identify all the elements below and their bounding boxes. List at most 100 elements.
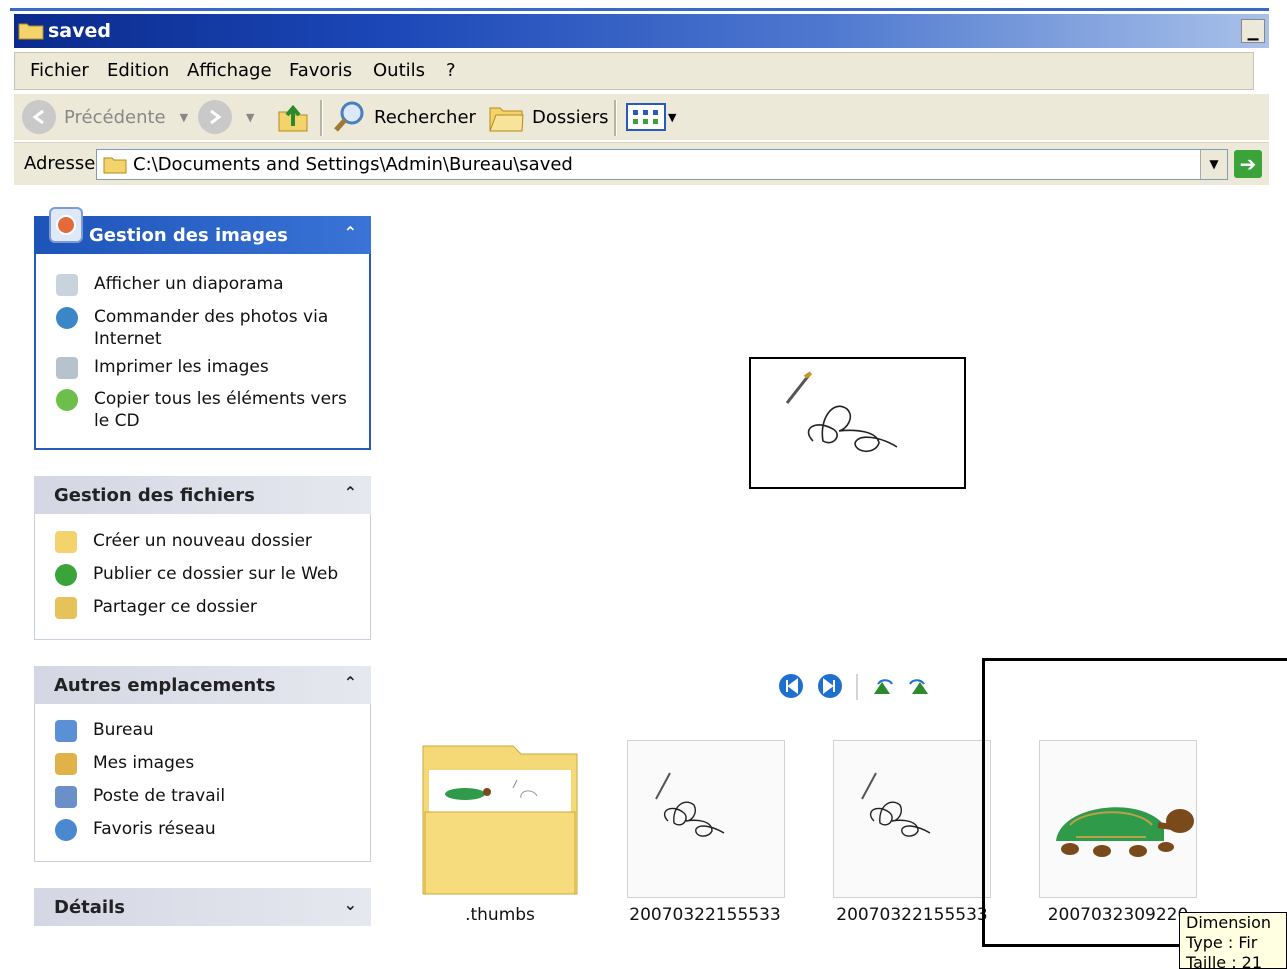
scribble-thumbnail bbox=[655, 772, 725, 837]
views-icon bbox=[626, 103, 666, 131]
task-share-folder-label: Partager ce dossier bbox=[93, 597, 257, 617]
collapse-icon[interactable]: ⌃ bbox=[344, 223, 357, 242]
back-dropdown-icon[interactable]: ▼ bbox=[180, 111, 188, 124]
folders-icon bbox=[489, 107, 524, 132]
place-my-computer-label: Poste de travail bbox=[93, 786, 226, 806]
minimize-button[interactable]: ▁ bbox=[1241, 19, 1265, 43]
back-label: Précédente bbox=[64, 106, 166, 128]
menu-fichier[interactable]: Fichier bbox=[30, 60, 89, 81]
panel-file-tasks: Gestion des fichiers ⌃ Créer un nouveau … bbox=[34, 476, 371, 640]
search-label: Rechercher bbox=[374, 106, 476, 128]
highlight-box bbox=[982, 658, 1287, 947]
publish-web-icon bbox=[55, 564, 77, 586]
file-label-1: 20070322155533 bbox=[629, 905, 781, 925]
panel-file-tasks-body: Créer un nouveau dossier Publier ce doss… bbox=[34, 514, 371, 640]
expand-icon[interactable]: ⌄ bbox=[344, 895, 357, 914]
panel-details: Détails ⌄ bbox=[34, 888, 371, 926]
folder-thumbnail-icon bbox=[422, 745, 578, 895]
task-publish-web-label: Publier ce dossier sur le Web bbox=[93, 564, 339, 584]
scribble-image bbox=[785, 371, 898, 453]
rotate-counterclockwise-icon[interactable] bbox=[909, 679, 928, 694]
file-info-tooltip: Dimension Type : Fir Taille : 21 bbox=[1179, 912, 1287, 969]
folders-label: Dossiers bbox=[532, 106, 609, 128]
tooltip-line: Type : Fir bbox=[1186, 933, 1258, 952]
address-path: C:\Documents and Settings\Admin\Bureau\s… bbox=[133, 154, 573, 175]
panel-image-tasks-header[interactable]: Gestion des images ⌃ bbox=[34, 207, 371, 254]
address-input[interactable]: C:\Documents and Settings\Admin\Bureau\s… bbox=[96, 149, 1228, 180]
menu-favoris[interactable]: Favoris bbox=[289, 60, 352, 81]
image-preview bbox=[749, 357, 966, 489]
menu-outils[interactable]: Outils bbox=[373, 60, 425, 81]
panel-file-tasks-header[interactable]: Gestion des fichiers ⌃ bbox=[34, 476, 371, 514]
order-photos-icon bbox=[56, 307, 78, 329]
collapse-icon[interactable]: ⌃ bbox=[344, 483, 357, 502]
rotate-clockwise-icon[interactable] bbox=[874, 679, 893, 694]
filmstrip-controls bbox=[778, 672, 948, 707]
folders-button[interactable]: Dossiers bbox=[488, 94, 608, 140]
toolbar: Précédente ▼ ▼ Rechercher Dossiers ▼ bbox=[14, 94, 1269, 140]
network-icon bbox=[55, 819, 77, 841]
up-folder-button[interactable] bbox=[276, 94, 310, 140]
new-folder-icon bbox=[55, 531, 77, 553]
menu-bar: Fichier Edition Affichage Favoris Outils… bbox=[14, 52, 1254, 90]
up-folder-icon bbox=[278, 104, 308, 132]
views-button[interactable]: ▼ bbox=[626, 94, 676, 140]
forward-arrow-icon bbox=[198, 100, 232, 134]
tooltip-line: Taille : 21 bbox=[1186, 953, 1263, 969]
place-desktop-label: Bureau bbox=[93, 720, 154, 740]
address-bar: Adresse C:\Documents and Settings\Admin\… bbox=[14, 142, 1269, 185]
task-copy-cd-label: Copier tous les éléments vers le CD bbox=[94, 389, 347, 431]
collapse-icon[interactable]: ⌃ bbox=[344, 673, 357, 692]
file-image-2[interactable] bbox=[833, 740, 991, 898]
task-order-prints-label: Commander des photos via Internet bbox=[94, 307, 329, 349]
menu-help[interactable]: ? bbox=[446, 60, 456, 81]
task-slideshow-label: Afficher un diaporama bbox=[94, 274, 284, 294]
panel-file-tasks-title: Gestion des fichiers bbox=[54, 485, 255, 506]
menu-affichage[interactable]: Affichage bbox=[187, 60, 272, 81]
my-computer-icon bbox=[55, 786, 77, 808]
previous-image-icon[interactable] bbox=[779, 674, 803, 698]
panel-details-title: Détails bbox=[54, 897, 125, 918]
back-arrow-icon bbox=[22, 100, 56, 134]
picture-tasks-icon bbox=[49, 207, 83, 243]
panel-other-places-header[interactable]: Autres emplacements ⌃ bbox=[34, 666, 371, 704]
print-icon bbox=[56, 357, 78, 379]
task-print-label: Imprimer les images bbox=[94, 357, 269, 377]
search-button[interactable]: Rechercher bbox=[332, 94, 476, 140]
file-label-thumbs: .thumbs bbox=[465, 905, 535, 925]
title-bar: saved ▁ bbox=[14, 14, 1269, 48]
place-network-label: Favoris réseau bbox=[93, 819, 216, 839]
forward-dropdown-icon[interactable]: ▼ bbox=[246, 111, 254, 124]
desktop-icon bbox=[55, 720, 77, 742]
views-dropdown-icon: ▼ bbox=[668, 110, 677, 124]
cd-icon bbox=[56, 389, 78, 411]
address-dropdown-icon[interactable]: ▼ bbox=[1200, 150, 1227, 179]
my-pictures-icon bbox=[55, 753, 77, 775]
panel-image-tasks-body: Afficher un diaporama Commander des phot… bbox=[34, 254, 371, 450]
task-new-folder-label: Créer un nouveau dossier bbox=[93, 531, 312, 551]
forward-button[interactable]: ▼ bbox=[198, 94, 254, 140]
back-button[interactable]: Précédente ▼ bbox=[22, 94, 188, 140]
next-image-icon[interactable] bbox=[818, 674, 842, 698]
address-label: Adresse bbox=[24, 153, 96, 174]
file-thumbs-folder[interactable] bbox=[421, 740, 579, 898]
panel-image-tasks-title: Gestion des images bbox=[89, 225, 288, 246]
scribble-thumbnail bbox=[861, 772, 931, 837]
go-button[interactable]: ➔ bbox=[1234, 150, 1262, 178]
panel-other-places-title: Autres emplacements bbox=[54, 675, 276, 696]
place-my-pictures-label: Mes images bbox=[93, 753, 195, 773]
search-icon bbox=[334, 101, 364, 132]
file-image-1[interactable] bbox=[627, 740, 785, 898]
folder-icon bbox=[103, 157, 127, 174]
share-folder-icon bbox=[55, 597, 77, 619]
panel-other-places-body: Bureau Mes images Poste de travail Favor… bbox=[34, 704, 371, 862]
panel-image-tasks: Gestion des images ⌃ Afficher un diapora… bbox=[34, 207, 371, 450]
tooltip-line: Dimension bbox=[1186, 913, 1272, 932]
menu-edition[interactable]: Edition bbox=[107, 60, 169, 81]
slideshow-icon bbox=[56, 274, 78, 296]
folder-icon bbox=[18, 23, 44, 40]
top-strip bbox=[0, 0, 1287, 12]
window-title: saved bbox=[48, 20, 112, 42]
panel-details-header[interactable]: Détails ⌄ bbox=[34, 888, 371, 926]
panel-other-places: Autres emplacements ⌃ Bureau Mes images … bbox=[34, 666, 371, 862]
